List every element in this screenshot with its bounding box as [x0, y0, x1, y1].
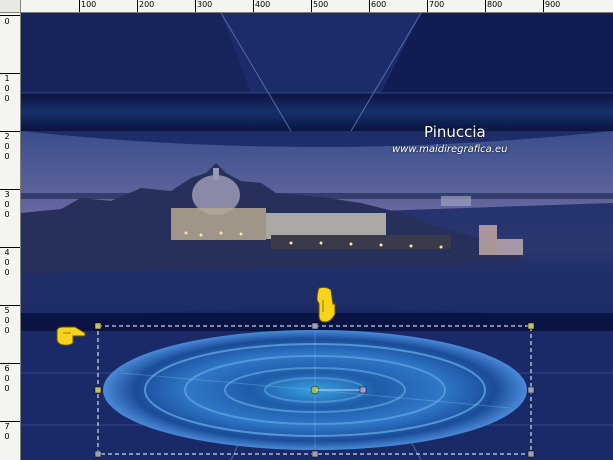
ruler-tick	[0, 131, 20, 132]
ruler-left-label: 0	[4, 152, 10, 161]
watermark-title: Pinuccia	[424, 123, 486, 141]
deform-tool-overlay[interactable]	[21, 13, 613, 460]
ruler-left-label: 2	[4, 132, 10, 141]
rotation-handle[interactable]	[359, 386, 367, 394]
handle-bottom-center[interactable]	[311, 450, 319, 458]
ruler-left-label: 0	[4, 326, 10, 335]
ruler-tick	[0, 247, 20, 248]
ruler-left-label: 1	[4, 74, 10, 83]
watermark-url: www.maidiregrafica.eu	[392, 144, 508, 155]
handle-top-left[interactable]	[94, 322, 102, 330]
ruler-left-label: 7	[4, 422, 10, 431]
ruler-top-label: 900	[545, 0, 561, 9]
ruler-tick	[0, 15, 20, 16]
ruler-tick	[0, 73, 20, 74]
ruler-tick	[79, 0, 80, 12]
ruler-left-label: 0	[4, 17, 10, 26]
ruler-left-label: 4	[4, 248, 10, 257]
ruler-corner	[0, 0, 21, 13]
ruler-left-label: 0	[4, 316, 10, 325]
ruler-tick	[311, 0, 312, 12]
ruler-left-label: 0	[4, 374, 10, 383]
handle-middle-left[interactable]	[94, 386, 102, 394]
handle-middle-right[interactable]	[527, 386, 535, 394]
ruler-top-label: 500	[313, 0, 329, 9]
ruler-top-label: 700	[429, 0, 445, 9]
ruler-tick	[0, 421, 20, 422]
handle-bottom-right[interactable]	[527, 450, 535, 458]
ruler-left-label: 6	[4, 364, 10, 373]
ruler-tick	[195, 0, 196, 12]
ruler-left-label: 0	[4, 268, 10, 277]
ruler-tick	[0, 363, 20, 364]
ruler-tick	[0, 305, 20, 306]
pointing-hand-down-icon	[316, 286, 336, 323]
ruler-top-label: 600	[371, 0, 387, 9]
ruler-left-label: 5	[4, 306, 10, 315]
ruler-left-label: 0	[4, 94, 10, 103]
ruler-tick	[543, 0, 544, 12]
ruler-left-label: 0	[4, 84, 10, 93]
ruler-top-label: 100	[81, 0, 97, 9]
ruler-top-label: 300	[197, 0, 213, 9]
ruler-left-label: 0	[4, 258, 10, 267]
ruler-tick	[485, 0, 486, 12]
ruler-tick	[253, 0, 254, 12]
handle-top-right[interactable]	[527, 322, 535, 330]
image-canvas[interactable]	[21, 13, 613, 460]
ruler-left-label: 0	[4, 200, 10, 209]
ruler-left-label: 0	[4, 142, 10, 151]
ruler-tick	[0, 189, 20, 190]
ruler-tick	[137, 0, 138, 12]
ruler-tick	[369, 0, 370, 12]
ruler-left-label: 0	[4, 210, 10, 219]
ruler-left-label: 0	[4, 432, 10, 441]
pointing-hand-right-icon	[56, 326, 86, 346]
ruler-top-label: 400	[255, 0, 271, 9]
ruler-top-label: 800	[487, 0, 503, 9]
handle-bottom-left[interactable]	[94, 450, 102, 458]
ruler-tick	[427, 0, 428, 12]
ruler-left-label: 3	[4, 190, 10, 199]
ruler-top-label: 200	[139, 0, 155, 9]
ruler-left-label: 0	[4, 384, 10, 393]
